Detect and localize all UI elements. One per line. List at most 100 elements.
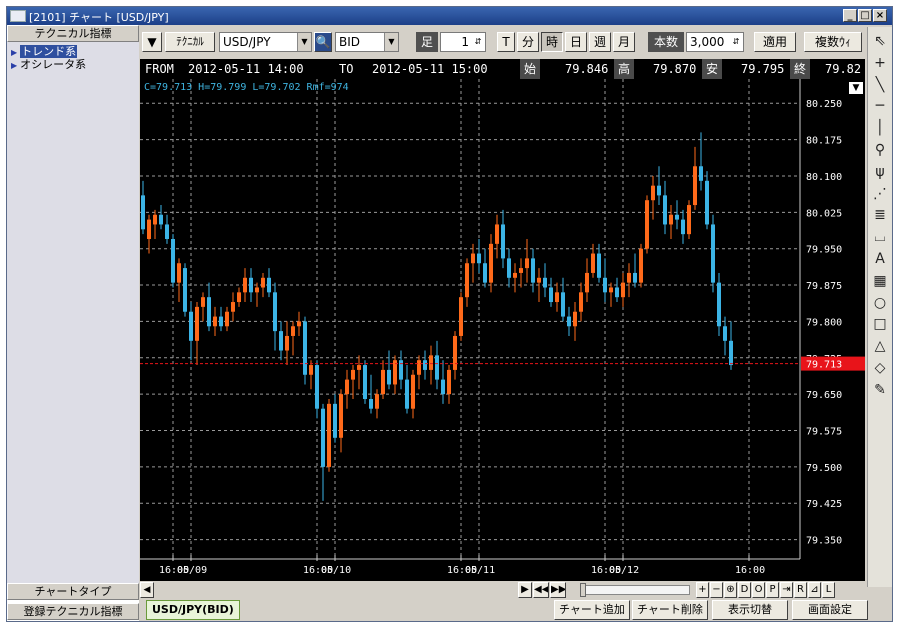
ellipse-icon[interactable]: ○ bbox=[870, 293, 890, 313]
candle-body bbox=[291, 326, 295, 336]
price-type-select[interactable]: BID ▼ bbox=[335, 32, 399, 52]
apply-button[interactable]: 適用 bbox=[754, 32, 796, 52]
pitchfork-icon[interactable]: ⚲ bbox=[870, 140, 890, 160]
y-tick-label: 79.350 bbox=[806, 536, 842, 547]
ohlc-readout: C=79.713 H=79.799 L=79.702 Rmf=974 bbox=[144, 82, 349, 93]
x-tick-label: 05/12 bbox=[609, 565, 639, 576]
candle-body bbox=[201, 297, 205, 307]
candle-body bbox=[435, 355, 439, 380]
fibonacci-icon[interactable]: ≣ bbox=[870, 205, 890, 225]
candle-body bbox=[195, 306, 199, 341]
title-bar[interactable]: [2101] チャート [USD/JPY] _ □ × bbox=[7, 7, 892, 25]
chart-window: [2101] チャート [USD/JPY] _ □ × テクニカル指標 ▶ トレン… bbox=[6, 6, 893, 622]
arc-icon[interactable]: ⌴ bbox=[870, 227, 890, 247]
bar-count-stepper[interactable]: 1 ⇵ bbox=[440, 32, 486, 52]
fan-icon[interactable]: ψ bbox=[870, 162, 890, 182]
add-chart-button[interactable]: チャート追加 bbox=[554, 600, 630, 620]
spinner-icon[interactable]: ⇵ bbox=[471, 33, 485, 51]
zoom-fit-button[interactable]: ⊕ bbox=[724, 582, 737, 598]
maximize-button[interactable]: □ bbox=[858, 9, 872, 22]
tf-button-minute[interactable]: 分 bbox=[517, 32, 539, 52]
scroll-forward-fast-button[interactable]: ▶▶ bbox=[550, 582, 566, 598]
triangle-icon[interactable]: △ bbox=[870, 336, 890, 356]
tf-button-day[interactable]: 日 bbox=[565, 32, 587, 52]
window-title: [2101] チャート [USD/JPY] bbox=[29, 11, 169, 24]
multi-window-button[interactable]: 複数ｳｨ bbox=[804, 32, 862, 52]
eraser-icon[interactable]: ◇ bbox=[870, 358, 890, 378]
candle-body bbox=[507, 258, 511, 278]
reset-button[interactable]: R bbox=[794, 582, 807, 598]
candle-body bbox=[429, 355, 433, 370]
zoom-slider[interactable] bbox=[580, 583, 690, 597]
candle-body bbox=[489, 243, 493, 283]
candle-body bbox=[327, 403, 331, 467]
chart-canvas[interactable]: 79.35079.42579.50079.57579.65079.72579.8… bbox=[140, 79, 865, 581]
candle-body bbox=[297, 321, 301, 327]
candle-body bbox=[321, 408, 325, 467]
chart-menu-icon[interactable]: ▼ bbox=[849, 82, 863, 94]
window-icon[interactable] bbox=[10, 10, 26, 22]
auto-scale-button[interactable]: ⊿ bbox=[808, 582, 821, 598]
close-button[interactable]: × bbox=[873, 9, 887, 22]
tree-expand-icon[interactable]: ▶ bbox=[11, 48, 17, 57]
chevron-down-icon[interactable]: ▼ bbox=[297, 33, 311, 51]
minimize-button[interactable]: _ bbox=[843, 9, 857, 22]
cursor-icon[interactable]: ⇖ bbox=[870, 31, 890, 51]
zoom-in-button[interactable]: + bbox=[696, 582, 709, 598]
candle-body bbox=[471, 253, 475, 264]
candle-body bbox=[357, 365, 361, 370]
zoom-out-button[interactable]: − bbox=[710, 582, 723, 598]
delete-chart-button[interactable]: チャート削除 bbox=[632, 600, 708, 620]
search-icon[interactable]: 🔍 bbox=[314, 32, 332, 52]
candle-body bbox=[621, 282, 625, 298]
screen-settings-button[interactable]: 画面設定 bbox=[792, 600, 868, 620]
y-tick-label: 79.575 bbox=[806, 427, 842, 438]
candlestick-chart[interactable]: 79.35079.42579.50079.57579.65079.72579.8… bbox=[140, 79, 865, 581]
rectangle-icon[interactable]: □ bbox=[870, 314, 890, 334]
print-button[interactable]: P bbox=[766, 582, 779, 598]
technical-button[interactable]: ﾃｸﾆｶﾙ bbox=[165, 32, 215, 52]
candle-body bbox=[417, 360, 421, 375]
scroll-back-fast-button[interactable]: ◀◀ bbox=[533, 582, 549, 598]
y-tick-label: 80.250 bbox=[806, 99, 842, 110]
text-icon[interactable]: A bbox=[870, 249, 890, 269]
horizontal-line-icon[interactable]: ─ bbox=[870, 96, 890, 116]
scroll-end-button[interactable]: ▶ bbox=[518, 582, 532, 598]
y-tick-label: 80.175 bbox=[806, 136, 842, 147]
candle-body bbox=[663, 195, 667, 225]
candle-body bbox=[225, 311, 229, 327]
registered-indicators-button[interactable]: 登録テクニカル指標 bbox=[7, 603, 139, 620]
y-tick-label: 79.875 bbox=[806, 281, 842, 292]
chevron-down-icon[interactable]: ▼ bbox=[384, 33, 398, 51]
grid-icon[interactable]: ▦ bbox=[870, 271, 890, 291]
tree-item-trend-label: トレンド系 bbox=[20, 45, 78, 58]
scroll-left-button[interactable]: ◀ bbox=[140, 582, 154, 598]
tree-item-trend[interactable]: ▶ トレンド系 bbox=[11, 45, 78, 59]
count-stepper[interactable]: 3,000 ⇵ bbox=[686, 32, 744, 52]
zoom-slider-thumb[interactable] bbox=[580, 583, 586, 597]
trendline-icon[interactable]: ╲ bbox=[870, 75, 890, 95]
tf-button-month[interactable]: 月 bbox=[613, 32, 635, 52]
candle-body bbox=[561, 292, 565, 317]
chart-type-button[interactable]: チャートタイプ bbox=[7, 583, 139, 600]
tree-expand-icon[interactable]: ▶ bbox=[11, 61, 17, 70]
symbol-select[interactable]: USD/JPY ▼ bbox=[219, 32, 312, 52]
spinner-icon[interactable]: ⇵ bbox=[729, 33, 743, 51]
tf-button-week[interactable]: 週 bbox=[589, 32, 611, 52]
chart-tab-usdjpy[interactable]: USD/JPY(BID) bbox=[146, 600, 240, 620]
daily-button[interactable]: D bbox=[738, 582, 751, 598]
menu-dropdown-button[interactable]: ▼ bbox=[142, 32, 162, 52]
gann-icon[interactable]: ⋰ bbox=[870, 184, 890, 204]
vertical-line-icon[interactable]: │ bbox=[870, 118, 890, 138]
jump-end-button[interactable]: ⇥ bbox=[780, 582, 793, 598]
chart-toolbar: ▼ ﾃｸﾆｶﾙ USD/JPY ▼ 🔍 BID ▼ 足 1 ⇵ T 分 時 日 … bbox=[140, 27, 865, 59]
tf-button-t[interactable]: T bbox=[497, 32, 515, 52]
lock-button[interactable]: L bbox=[822, 582, 835, 598]
crosshair-icon[interactable]: + bbox=[870, 53, 890, 73]
tree-item-oscillator[interactable]: ▶ オシレータ系 bbox=[11, 58, 86, 72]
tf-button-hour[interactable]: 時 bbox=[541, 32, 563, 52]
candle-body bbox=[213, 316, 217, 327]
option-button[interactable]: O bbox=[752, 582, 765, 598]
toggle-display-button[interactable]: 表示切替 bbox=[712, 600, 788, 620]
delete-all-icon[interactable]: ✎ bbox=[870, 380, 890, 400]
